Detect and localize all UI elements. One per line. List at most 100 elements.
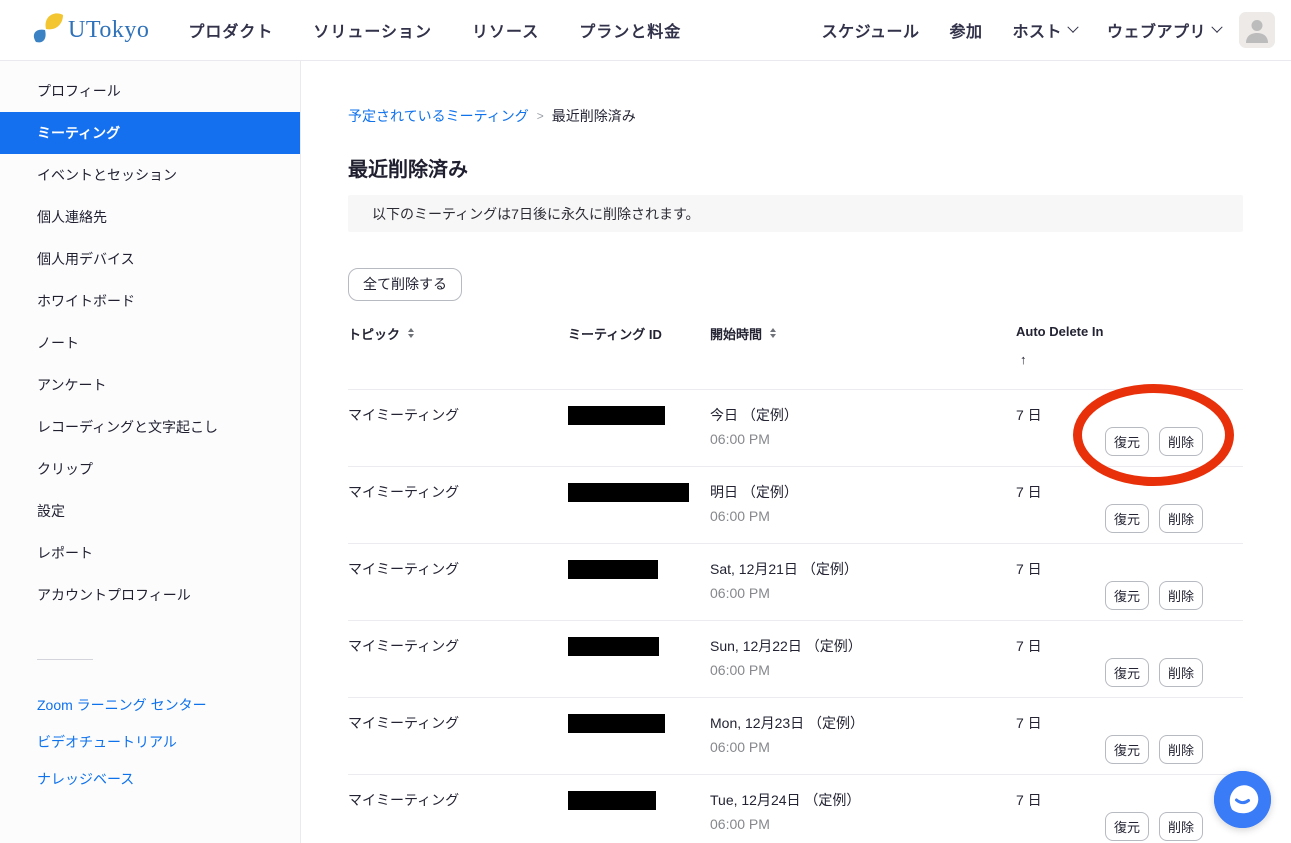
auto-delete-in-value: 7 日 [1016,482,1105,543]
sidebar-item-10[interactable]: 設定 [0,490,300,532]
meeting-start-date: Sun, 12月22日 （定例） [710,636,1016,656]
restore-button[interactable]: 復元 [1105,735,1149,764]
restore-button[interactable]: 復元 [1105,658,1149,687]
chevron-down-icon [1211,22,1222,33]
delete-button[interactable]: 削除 [1159,581,1203,610]
sidebar-item-12[interactable]: アカウントプロフィール [0,574,300,616]
meeting-id-redacted-bar [568,560,658,579]
breadcrumb-upcoming-meetings-link[interactable]: 予定されているミーティング [348,106,529,126]
table-row: マイミーティング Sat, 12月21日 （定例） 06:00 PM 7 日 復… [348,544,1243,621]
meeting-start-time: 06:00 PM [710,585,1016,601]
auto-delete-in-value: 7 日 [1016,790,1105,843]
sort-toggle-icon[interactable] [408,328,414,338]
sidebar-item-0[interactable]: プロフィール [0,70,300,112]
sidebar-help-link-0[interactable]: Zoom ラーニング センター [0,686,300,723]
retention-notice-text: 以下のミーティングは7日後に永久に削除されます。 [372,204,700,224]
brand-name: UTokyo [68,17,149,44]
topnav-item-1[interactable]: ソリューション [313,18,432,42]
table-row: マイミーティング 明日 （定例） 06:00 PM 7 日 復元 削除 [348,467,1243,544]
delete-button[interactable]: 削除 [1159,504,1203,533]
breadcrumb-current: 最近削除済み [552,106,636,126]
meeting-start-date: 今日 （定例） [710,405,1016,425]
meeting-id-redacted-bar [568,714,665,733]
sidebar-item-11[interactable]: レポート [0,532,300,574]
column-header-topic: トピック [348,319,568,389]
chat-widget-button[interactable] [1214,771,1271,828]
restore-button[interactable]: 復元 [1105,812,1149,841]
sidebar-help-link-1[interactable]: ビデオチュートリアル [0,723,300,760]
retention-notice-banner: 以下のミーティングは7日後に永久に削除されます。 [348,195,1243,232]
meeting-topic: マイミーティング [348,790,568,843]
meeting-topic: マイミーティング [348,559,568,620]
sidebar-item-5[interactable]: ホワイトボード [0,280,300,322]
sidebar-item-8[interactable]: レコーディングと文字起こし [0,406,300,448]
meeting-start-time: 06:00 PM [710,431,1016,447]
ginkgo-leaf-icon [30,11,64,50]
sidebar-item-3[interactable]: 個人連絡先 [0,196,300,238]
sidebar-help-link-2[interactable]: ナレッジベース [0,760,300,797]
meeting-topic: マイミーティング [348,636,568,697]
delete-button[interactable]: 削除 [1159,735,1203,764]
delete-button[interactable]: 削除 [1159,427,1203,456]
auto-delete-in-value: 7 日 [1016,405,1105,466]
utokyo-logo[interactable]: UTokyo [30,11,149,50]
column-header-start-time: 開始時間 [710,319,1016,389]
table-row: マイミーティング Tue, 12月24日 （定例） 06:00 PM 7 日 復… [348,775,1243,843]
deleted-meetings-table: トピック ミーティング ID 開始時間 Auto Delete In ↑ マイミ… [348,319,1243,843]
auto-delete-in-value: 7 日 [1016,559,1105,620]
delete-all-button[interactable]: 全て削除する [348,268,462,301]
topnav-item-2[interactable]: リソース [472,18,539,42]
chat-bubble-icon [1214,771,1271,828]
meeting-start-time: 06:00 PM [710,816,1016,832]
meeting-topic: マイミーティング [348,713,568,774]
person-icon [1239,12,1275,48]
meeting-start-date: Mon, 12月23日 （定例） [710,713,1016,733]
restore-button[interactable]: 復元 [1105,504,1149,533]
meeting-start-time: 06:00 PM [710,508,1016,524]
meeting-id-redacted-bar [568,406,665,425]
meeting-start-date: 明日 （定例） [710,482,1016,502]
table-header-row: トピック ミーティング ID 開始時間 Auto Delete In ↑ [348,319,1243,390]
sort-ascending-icon[interactable]: ↑ [1020,352,1027,367]
topnav-action-3[interactable]: ウェブアプリ [1107,18,1221,42]
topnav-action-2[interactable]: ホスト [1012,18,1077,42]
topnav-item-3[interactable]: プランと料金 [579,18,681,42]
sidebar-divider [37,659,93,660]
sidebar: プロフィールミーティングイベントとセッション個人連絡先個人用デバイスホワイトボー… [0,61,301,843]
topnav-item-0[interactable]: プロダクト [188,18,273,42]
topnav-action-0[interactable]: スケジュール [822,18,920,42]
table-row: マイミーティング Sun, 12月22日 （定例） 06:00 PM 7 日 復… [348,621,1243,698]
topnav-left-menu: プロダクト ソリューション リソース プランと料金 [188,18,681,42]
meeting-start-date: Sat, 12月21日 （定例） [710,559,1016,579]
column-header-meeting-id: ミーティング ID [568,319,710,389]
page-title: 最近削除済み [348,153,1243,182]
sidebar-item-7[interactable]: アンケート [0,364,300,406]
meeting-topic: マイミーティング [348,482,568,543]
sidebar-menu: プロフィールミーティングイベントとセッション個人連絡先個人用デバイスホワイトボー… [0,70,300,616]
meeting-id-redacted-bar [568,791,656,810]
sidebar-item-9[interactable]: クリップ [0,448,300,490]
meeting-id-redacted-bar [568,483,689,502]
restore-button[interactable]: 復元 [1105,581,1149,610]
auto-delete-in-value: 7 日 [1016,636,1105,697]
topnav-action-1[interactable]: 参加 [949,18,982,42]
chevron-down-icon [1067,22,1078,33]
sidebar-item-1[interactable]: ミーティング [0,112,300,154]
sort-toggle-icon[interactable] [770,328,776,338]
top-navbar: UTokyo プロダクト ソリューション リソース プランと料金 スケジュール 参加 ホス… [0,0,1291,61]
user-avatar[interactable] [1239,12,1275,48]
delete-button[interactable]: 削除 [1159,812,1203,841]
breadcrumb: 予定されているミーティング > 最近削除済み [348,106,1243,126]
restore-button[interactable]: 復元 [1105,427,1149,456]
auto-delete-in-value: 7 日 [1016,713,1105,774]
delete-button[interactable]: 削除 [1159,658,1203,687]
main-content: 予定されているミーティング > 最近削除済み 最近削除済み 以下のミーティングは… [301,61,1291,843]
sidebar-item-6[interactable]: ノート [0,322,300,364]
sidebar-help-links: Zoom ラーニング センタービデオチュートリアルナレッジベース [0,686,300,797]
table-body: マイミーティング 今日 （定例） 06:00 PM 7 日 復元 削除 マイミー… [348,390,1243,843]
meeting-topic: マイミーティング [348,405,568,466]
breadcrumb-separator: > [537,109,544,123]
meeting-start-time: 06:00 PM [710,739,1016,755]
sidebar-item-4[interactable]: 個人用デバイス [0,238,300,280]
sidebar-item-2[interactable]: イベントとセッション [0,154,300,196]
